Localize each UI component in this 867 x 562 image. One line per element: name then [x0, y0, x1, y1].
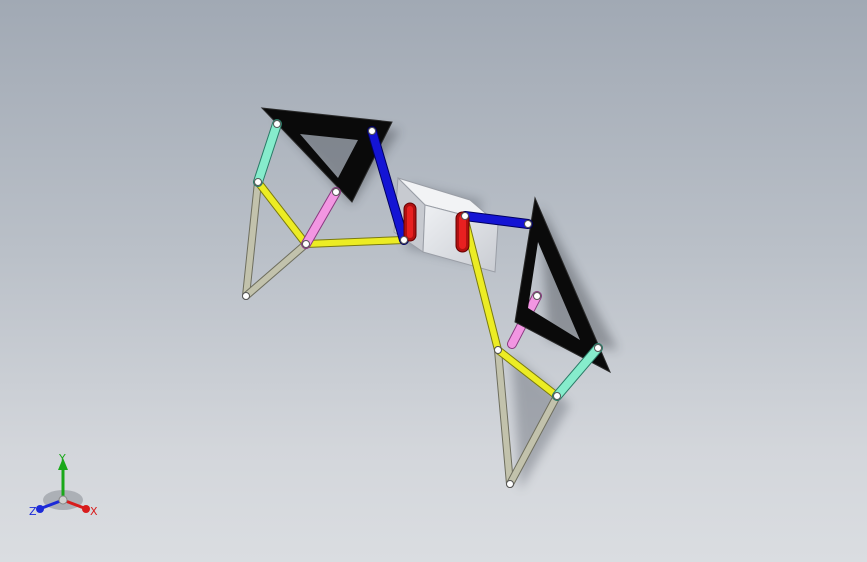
left-red-pin-block[interactable]: [403, 202, 417, 242]
triad-y-label: Y: [59, 452, 66, 465]
triad-x-label: X: [90, 505, 98, 518]
orientation-triad[interactable]: [36, 458, 90, 513]
3d-viewport[interactable]: Y X Z: [0, 0, 867, 562]
triad-z-label: Z: [29, 505, 37, 518]
model-canvas[interactable]: [0, 0, 867, 562]
